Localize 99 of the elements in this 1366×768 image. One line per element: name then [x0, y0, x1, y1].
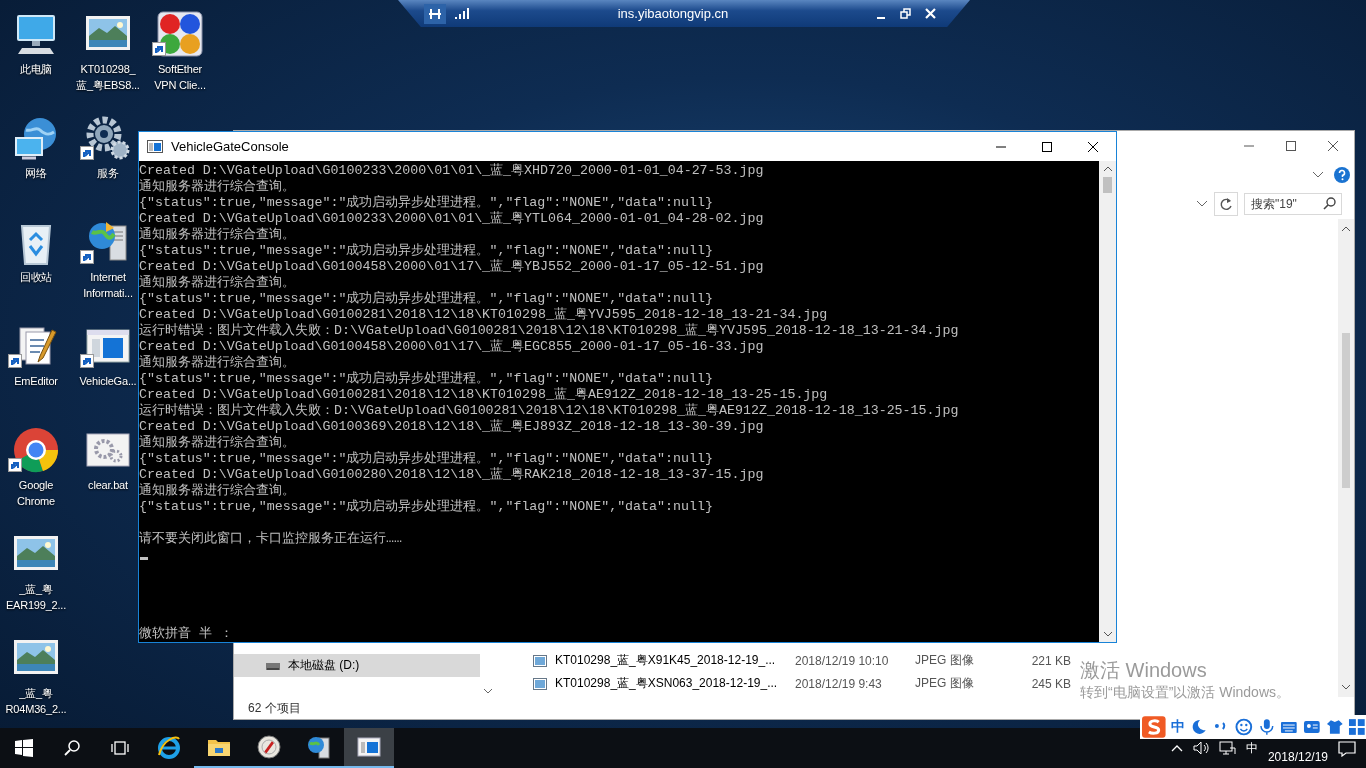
file-size: 221 KB [1030, 653, 1071, 668]
person-card-icon[interactable] [1302, 718, 1321, 736]
notification-icon[interactable] [1338, 739, 1356, 757]
console-line: Created D:\VGateUpload\G0100458\2000\01\17\_蓝_粤EGC855_2000-01-17_05-16-33.jpg [139, 339, 765, 355]
smiley-icon[interactable] [1234, 718, 1253, 736]
scrollbar[interactable] [1099, 161, 1116, 642]
file-type: JPEG 图像 [915, 652, 975, 669]
chevron-down-icon[interactable] [1312, 171, 1324, 179]
close-icon[interactable] [1088, 141, 1098, 152]
icon-label[interactable]: KT010298_ 蓝_粤EBS8... [76, 61, 140, 93]
icon-label[interactable]: Internet Informati... [83, 269, 133, 301]
icon-label[interactable]: 回收站 [19, 269, 53, 285]
restore-icon[interactable] [900, 8, 911, 19]
console-line: 请不要关闭此窗口，卡口监控服务正在运行…… [139, 531, 403, 547]
console-line: Created D:\VGateUpload\G0100280\2018\12\18\_蓝_粤RAK218_2018-12-18_13-37-15.jpg [139, 467, 765, 483]
text-cursor [140, 557, 148, 560]
icon-label[interactable]: EmEditor [14, 373, 58, 389]
file-date: 2018/12/19 9:43 [795, 676, 883, 691]
connection-title: ins.yibaotongvip.cn [616, 6, 730, 21]
file-type: JPEG 图像 [915, 675, 975, 692]
console-line: 通知服务器进行综合查询。 [139, 435, 296, 451]
console-line: {"status":true,"message":"成功启动异步处理进程。","flag":"NONE","data":null} [139, 243, 714, 259]
console-line: 通知服务器进行综合查询。 [139, 355, 296, 371]
refresh-icon[interactable] [1219, 197, 1233, 211]
colored-circles-icon[interactable] [156, 10, 204, 58]
icon-label[interactable]: _蓝_粤 EAR199_2... [5, 581, 67, 613]
console-line: {"status":true,"message":"成功启动异步处理进程。","flag":"NONE","data":null} [139, 291, 714, 307]
file-size: 245 KB [1030, 676, 1071, 691]
console-line: Created D:\VGateUpload\G0100281\2018\12\18\KT010298_蓝_粤YVJ595_2018-12-18_13-21-34.jpg [139, 307, 829, 323]
s-logo-icon[interactable] [1142, 716, 1166, 738]
app-window-icon [147, 139, 163, 154]
image-file-icon [533, 654, 547, 667]
ime-status: 微软拼音 半 ： [139, 626, 234, 642]
app-window-icon [357, 735, 381, 759]
chevron-up-icon[interactable] [1170, 744, 1183, 752]
taskbar-button[interactable] [344, 728, 394, 768]
nav-item[interactable]: 本地磁盘 (D:) [234, 654, 480, 677]
console-line: Created D:\VGateUpload\G0100233\2000\01\01\_蓝_粤XHD720_2000-01-01_04-27-53.jpg [139, 163, 765, 179]
shirt-icon[interactable] [1325, 718, 1344, 736]
gear-icon[interactable] [84, 114, 132, 162]
console-line: Created D:\VGateUpload\G0100458\2000\01\17\_蓝_粤YBJ552_2000-01-17_05-12-51.jpg [139, 259, 765, 275]
network-icon[interactable] [1218, 740, 1236, 756]
icon-label[interactable]: VehicleGa... [79, 373, 137, 389]
file-name[interactable]: KT010298_蓝_粤X91K45_2018-12-19_... [555, 652, 795, 669]
icon-label[interactable]: 此电脑 [19, 61, 53, 77]
speaker-icon[interactable] [1192, 740, 1209, 756]
maximize-icon[interactable] [1286, 141, 1296, 151]
console-line: {"status":true,"message":"成功启动异步处理进程。","flag":"NONE","data":null} [139, 195, 714, 211]
scroll-down-icon[interactable] [1102, 630, 1113, 638]
pin-icon[interactable] [424, 3, 446, 24]
file-name[interactable]: KT010298_蓝_粤XSN063_2018-12-19_... [555, 675, 795, 692]
close-icon[interactable] [1328, 141, 1338, 151]
compass-icon [257, 735, 281, 759]
scroll-thumb[interactable] [1342, 333, 1350, 488]
console-line: 运行时错误：图片文件载入失败：D:\VGateUpload\G0100281\2018\12\18\KT010298_蓝_粤YVJ595_2018-12-18_13-21-34.jpg [139, 323, 960, 339]
console-line: 通知服务器进行综合查询。 [139, 227, 296, 243]
console-line: {"status":true,"message":"成功启动异步处理进程。","flag":"NONE","data":null} [139, 371, 714, 387]
scroll-thumb[interactable] [1103, 177, 1112, 193]
maximize-icon[interactable] [1042, 141, 1052, 152]
search-icon[interactable] [64, 740, 80, 756]
console-line: Created D:\VGateUpload\G0100281\2018\12\18\KT010298_蓝_粤AE912Z_2018-12-18_13-25-15.jpg [139, 387, 829, 403]
console-line: 通知服务器进行综合查询。 [139, 179, 296, 195]
icon-label[interactable]: 服务 [97, 165, 119, 181]
icon-label[interactable]: Google Chrome [17, 477, 55, 509]
image-file-icon [533, 677, 547, 690]
console-line: {"status":true,"message":"成功启动异步处理进程。","flag":"NONE","data":null} [139, 451, 714, 467]
browser-e-icon [157, 735, 181, 759]
scroll-up-icon[interactable] [1341, 225, 1351, 233]
console-line: 通知服务器进行综合查询。 [139, 483, 296, 499]
activation-title: 激活 Windows [1080, 658, 1207, 683]
microphone-icon[interactable] [1257, 718, 1276, 736]
icon-label[interactable]: SoftEther VPN Clie... [154, 61, 206, 93]
icon-label[interactable]: _蓝_粤 R04M36_2... [5, 685, 67, 717]
input-mode[interactable]: 中 [1170, 718, 1185, 736]
activation-message: 转到“电脑设置”以激活 Windows。 [1080, 683, 1290, 701]
input-indicator[interactable]: 中 [1245, 739, 1258, 757]
icon-label[interactable]: 网络 [25, 165, 47, 181]
console-line: Created D:\VGateUpload\G0100369\2018\12\18\_蓝_粤EJ893Z_2018-12-18_13-30-39.jpg [139, 419, 765, 435]
file-date: 2018/12/19 10:10 [795, 653, 890, 668]
console-line: Created D:\VGateUpload\G0100233\2000\01\01\_蓝_粤YTL064_2000-01-01_04-28-02.jpg [139, 211, 765, 227]
scroll-down-icon[interactable] [1341, 683, 1351, 691]
help-icon[interactable] [1334, 167, 1350, 183]
search-icon[interactable] [1323, 197, 1336, 210]
windows-logo-icon[interactable] [15, 739, 33, 757]
grid-icon[interactable] [1348, 718, 1366, 736]
clock-date[interactable]: 2018/12/19 [1267, 750, 1328, 764]
window-title: VehicleGateConsole [171, 139, 290, 154]
task-view-icon[interactable] [111, 740, 129, 756]
console-line: 运行时错误：图片文件载入失败：D:\VGateUpload\G0100281\2018\12\18\KT010298_蓝_粤AE912Z_2018-12-18_13-25-15.jpg [139, 403, 960, 419]
console-line: {"status":true,"message":"成功启动异步处理进程。","flag":"NONE","data":null} [139, 499, 714, 515]
console-line: 通知服务器进行综合查询。 [139, 275, 296, 291]
circle-logo-icon[interactable] [12, 426, 60, 474]
scrollbar[interactable] [1338, 219, 1354, 697]
signal-icon [454, 7, 470, 20]
scroll-up-icon[interactable] [1102, 165, 1113, 173]
search-field[interactable]: 搜索"19" [1244, 193, 1342, 215]
status-text: 62 个项目 [247, 699, 302, 717]
globe-server-icon [307, 735, 331, 759]
icon-label[interactable]: clear.bat [88, 477, 128, 493]
